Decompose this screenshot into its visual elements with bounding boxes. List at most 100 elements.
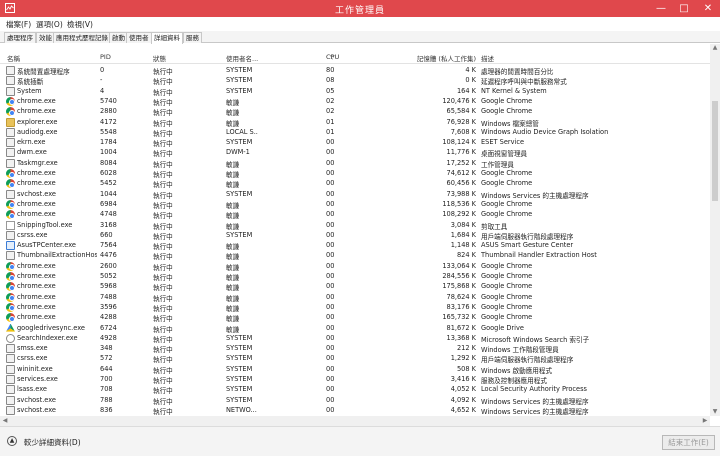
table-row[interactable]: gear-iconservices.exe700執行中SYSTEM003,416…	[0, 374, 710, 385]
menu-bar: 檔案(F) 選項(O) 檢視(V)	[0, 17, 720, 30]
gear-icon: gear-icon	[6, 189, 15, 199]
table-row[interactable]: gear-icondwm.exe1004執行中DWM-10011,776 K桌面…	[0, 147, 710, 158]
table-row[interactable]: gear-iconsvchost.exe1044執行中SYSTEM0073,98…	[0, 189, 710, 200]
table-row[interactable]: gear-iconsmss.exe348執行中SYSTEM00212 KWind…	[0, 343, 710, 354]
process-cpu: 00	[326, 395, 335, 404]
table-row[interactable]: chrome-iconchrome.exe7488執行中敏謙0078,624 K…	[0, 292, 710, 303]
scrollbar-thumb[interactable]	[712, 101, 718, 201]
table-row[interactable]: chrome-iconchrome.exe2880執行中敏謙0265,584 K…	[0, 106, 710, 117]
process-status: 執行中	[153, 407, 173, 416]
scroll-down-icon[interactable]: ▼	[710, 408, 720, 416]
process-cpu: 00	[326, 199, 335, 208]
table-row[interactable]: gear-iconcsrss.exe660執行中SYSTEM001,684 K用…	[0, 230, 710, 241]
scroll-up-icon[interactable]: ▲	[710, 44, 720, 52]
tab-details[interactable]: 詳細資料	[151, 32, 183, 44]
process-user: SYSTEM	[226, 354, 253, 363]
process-name: svchost.exe	[17, 405, 56, 414]
chrome-icon: chrome-icon	[6, 261, 15, 271]
process-user: SYSTEM	[226, 66, 253, 74]
process-name: csrss.exe	[17, 230, 48, 239]
table-row[interactable]: gear-iconlsass.exe708執行中SYSTEM004,052 KL…	[0, 384, 710, 395]
tab-processes[interactable]: 處理程序	[4, 32, 36, 43]
tab-services[interactable]: 服務	[183, 32, 202, 43]
process-name: explorer.exe	[17, 117, 58, 126]
table-row[interactable]: chrome-iconchrome.exe5740執行中敏謙02120,476 …	[0, 96, 710, 107]
process-user: SYSTEM	[226, 375, 253, 383]
chrome-icon: chrome-icon	[6, 313, 15, 323]
vertical-scrollbar[interactable]: ▲ ▼	[710, 44, 720, 416]
table-row[interactable]: gear-iconsvchost.exe788執行中SYSTEM004,092 …	[0, 395, 710, 406]
details-table: 名稱 PID 狀態 使用者名... ▽ CPU 記憶體 (私人工作集) 描述 g…	[0, 44, 710, 416]
table-row[interactable]: chrome-iconchrome.exe4748執行中敏謙00108,292 …	[0, 209, 710, 220]
folder-icon: folder-icon	[6, 117, 15, 127]
tab-users[interactable]: 使用者	[126, 32, 152, 43]
table-row[interactable]: gear-iconTaskmgr.exe8084執行中敏謙0017,252 K工…	[0, 158, 710, 169]
scissors-icon: scissors-icon	[6, 220, 15, 230]
process-memory: 4 K	[465, 66, 476, 74]
process-pid: 6984	[100, 199, 117, 208]
process-cpu: 00	[326, 189, 335, 198]
process-pid: 708	[100, 385, 113, 394]
table-row[interactable]: chrome-iconchrome.exe6984執行中敏謙00118,536 …	[0, 199, 710, 210]
process-cpu: 00	[326, 344, 335, 353]
gear-icon: gear-icon	[6, 66, 15, 75]
table-row[interactable]: chrome-iconchrome.exe4288執行中敏謙00165,732 …	[0, 312, 710, 323]
table-row[interactable]: chrome-iconchrome.exe5968執行中敏謙00175,868 …	[0, 281, 710, 292]
menu-options[interactable]: 選項(O)	[36, 19, 63, 30]
process-description: NT Kernel & System	[481, 86, 547, 95]
process-user: SYSTEM	[226, 395, 253, 404]
gear-icon: gear-icon	[6, 251, 15, 261]
scroll-left-icon[interactable]: ◀	[0, 416, 10, 426]
table-row[interactable]: gear-iconekrn.exe1784執行中SYSTEM00108,124 …	[0, 137, 710, 148]
end-task-button[interactable]: 結束工作(E)	[662, 435, 715, 450]
process-user: SYSTEM	[226, 76, 253, 85]
table-row[interactable]: gear-iconSystem4執行中SYSTEM05164 KNT Kerne…	[0, 86, 710, 97]
column-header-cpu[interactable]: CPU	[326, 53, 339, 61]
table-row[interactable]: gear-iconaudiodg.exe5548執行中LOCAL S...017…	[0, 127, 710, 138]
table-row[interactable]: chrome-iconchrome.exe2600執行中敏謙00133,064 …	[0, 261, 710, 272]
process-user: SYSTEM	[226, 86, 253, 95]
gear-icon: gear-icon	[6, 354, 15, 364]
column-header-pid[interactable]: PID	[100, 53, 111, 61]
tab-bar: 處理程序 效能 應用程式歷程記錄 啟動 使用者 詳細資料 服務	[0, 31, 720, 44]
column-header-status[interactable]: 狀態	[153, 53, 166, 63]
scroll-right-icon[interactable]: ▶	[700, 416, 710, 426]
process-cpu: 00	[326, 138, 335, 147]
table-row[interactable]: gear-iconcsrss.exe572執行中SYSTEM001,292 K用…	[0, 353, 710, 364]
column-header-memory[interactable]: 記憶體 (私人工作集)	[408, 53, 476, 63]
table-row[interactable]: gear-iconThumbnailExtractionHos...4476執行…	[0, 250, 710, 261]
tab-app-history[interactable]: 應用程式歷程記錄	[53, 32, 111, 43]
column-header-name[interactable]: 名稱	[7, 53, 20, 63]
table-row[interactable]: search-iconSearchIndexer.exe4928執行中SYSTE…	[0, 333, 710, 344]
table-row[interactable]: chrome-iconchrome.exe5452執行中敏謙0060,456 K…	[0, 178, 710, 189]
table-row[interactable]: asus-iconAsusTPCenter.exe7564執行中敏謙001,14…	[0, 240, 710, 251]
table-row[interactable]: gear-icon系統閒置處理程序0執行中SYSTEM804 K處理器的閒置時間…	[0, 65, 710, 76]
table-row[interactable]: gear-iconwininit.exe644執行中SYSTEM00508 KW…	[0, 364, 710, 375]
table-row[interactable]: folder-iconexplorer.exe4172執行中敏謙0176,928…	[0, 117, 710, 128]
close-button[interactable]: ✕	[697, 0, 719, 17]
process-pid: 700	[100, 375, 113, 383]
table-row[interactable]: gear-icon系統插斷-執行中SYSTEM080 K延遲程序呼叫與中斷服務常…	[0, 75, 710, 86]
table-row[interactable]: scissors-iconSnippingTool.exe3168執行中敏謙00…	[0, 220, 710, 231]
process-cpu: 00	[326, 282, 335, 291]
maximize-button[interactable]: □	[673, 0, 695, 17]
table-row[interactable]: chrome-iconchrome.exe6028執行中敏謙0074,612 K…	[0, 168, 710, 179]
process-memory: 508 K	[456, 364, 476, 373]
menu-view[interactable]: 檢視(V)	[67, 19, 93, 30]
gear-icon: gear-icon	[6, 86, 15, 96]
column-header-description[interactable]: 描述	[481, 53, 494, 63]
table-row[interactable]: chrome-iconchrome.exe5052執行中敏謙00284,556 …	[0, 271, 710, 282]
process-name: chrome.exe	[17, 169, 56, 177]
process-pid: 7564	[100, 241, 117, 250]
table-row[interactable]: chrome-iconchrome.exe3596執行中敏謙0083,176 K…	[0, 302, 710, 313]
table-row[interactable]: gear-iconsvchost.exe 836 執行中 NETWO... 00 4,65…	[0, 405, 710, 416]
minimize-button[interactable]: —	[650, 0, 672, 17]
horizontal-scrollbar[interactable]: ◀ ▶	[0, 416, 710, 426]
process-pid: 6028	[100, 169, 117, 177]
process-pid: 4172	[100, 117, 117, 126]
process-name: chrome.exe	[17, 199, 56, 208]
window-title: 工作管理員	[334, 6, 385, 16]
column-header-user[interactable]: 使用者名...	[226, 53, 258, 63]
menu-file[interactable]: 檔案(F)	[6, 19, 31, 30]
table-row[interactable]: google-drive-icongoogledrivesync.exe 6724…	[0, 323, 710, 334]
